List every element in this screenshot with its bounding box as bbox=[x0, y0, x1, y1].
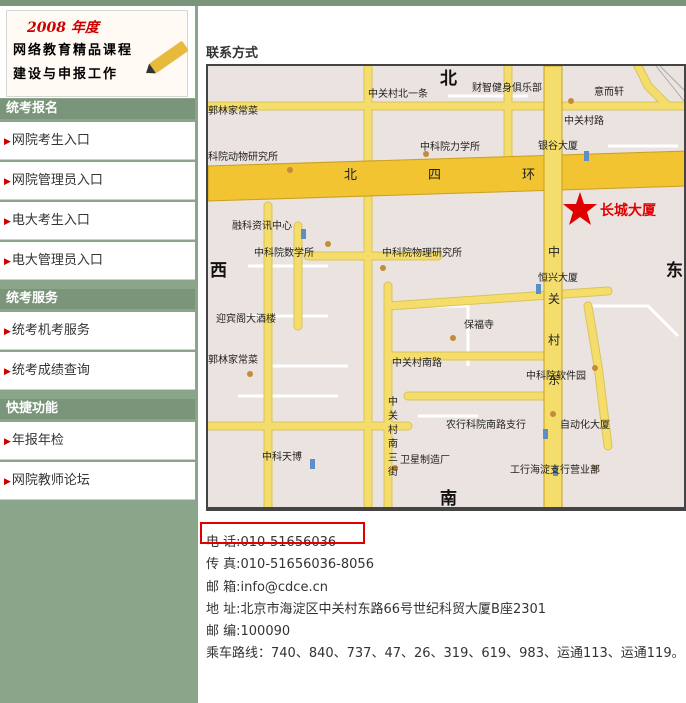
place-6: 融科资讯中心 bbox=[232, 219, 292, 232]
banner-line1: 网络教育精品课程 bbox=[13, 43, 134, 58]
sidebar-item-tvu-student[interactable]: ▶电大考生入口 bbox=[0, 202, 195, 240]
place-7: 中科院数学所 bbox=[254, 246, 314, 259]
section-header-exam-register: 统考报名 bbox=[0, 99, 195, 119]
place-5: 科院动物研究所 bbox=[208, 150, 278, 163]
place-16: 中科天博 bbox=[262, 450, 302, 463]
banner-year: 2008 年度 bbox=[27, 20, 99, 36]
sidebar-item-score-query[interactable]: ▶统考成绩查询 bbox=[0, 352, 195, 390]
sidebar-item-teacher-forum[interactable]: ▶网院教师论坛 bbox=[0, 462, 195, 500]
banner-2008[interactable]: 2008 年度 网络教育精品课程 建设与申报工作 bbox=[6, 10, 189, 97]
contact-email[interactable]: 邮 箱:info@cdce.cn bbox=[206, 577, 685, 599]
road-zgc-s3-1: 中 bbox=[388, 395, 398, 408]
arrow-icon: ▶ bbox=[4, 217, 11, 227]
map-south: 南 bbox=[440, 488, 457, 509]
place-2: 郭林家常菜 bbox=[208, 104, 258, 117]
contact-address: 地 址:北京市海淀区中关村东路66号世纪科贸大厦B座2301 bbox=[206, 601, 547, 617]
map-east: 东 bbox=[666, 260, 683, 281]
sidebar-item-online-admin[interactable]: ▶网院管理员入口 bbox=[0, 162, 195, 200]
road-zgc-north1: 中关村北一条 bbox=[368, 87, 428, 100]
road-ring-2: 四 bbox=[428, 168, 441, 183]
place-3: 中科院力学所 bbox=[420, 140, 480, 153]
road-zgc-s3-6: 街 bbox=[388, 465, 398, 478]
road-zgc-s3-3: 村 bbox=[388, 423, 398, 436]
sidebar-item-annual-report[interactable]: ▶年报年检 bbox=[0, 422, 195, 460]
contact-fax: 传 真:010-51656036-8056 bbox=[206, 557, 374, 573]
map-north: 北 bbox=[440, 69, 457, 89]
road-zgc-east-1: 中 bbox=[548, 244, 560, 259]
arrow-icon: ▶ bbox=[4, 477, 11, 487]
place-11: 保福寺 bbox=[464, 318, 494, 331]
road-zgc-s3-5: 三 bbox=[388, 453, 398, 464]
banner-panel: 2008 年度 网络教育精品课程 建设与申报工作 bbox=[0, 6, 195, 98]
pencil-icon bbox=[149, 40, 189, 74]
road-zgc-s3-4: 南 bbox=[388, 437, 398, 450]
phone-highlight-box bbox=[200, 522, 365, 545]
road-ring-3: 环 bbox=[522, 168, 535, 183]
arrow-icon: ▶ bbox=[4, 177, 11, 187]
banner-line2: 建设与申报工作 bbox=[13, 67, 119, 82]
place-18: 工行海淀支行营业部 bbox=[510, 463, 600, 476]
section-header-exam-service: 统考服务 bbox=[0, 289, 195, 309]
place-13: 中科院软件园 bbox=[526, 369, 586, 382]
place-4: 银谷大厦 bbox=[538, 139, 578, 152]
place-12: 郭林家常菜 bbox=[208, 353, 258, 366]
contact-info: 电 话:010-51656036 传 真:010-51656036-8056 邮… bbox=[200, 522, 685, 666]
main-content: 联系方式 北 南 西 东 北 四 环 中 关 村 东 中关村南路 中关村北一条 … bbox=[200, 6, 686, 703]
place-17: 卫星制造厂 bbox=[400, 453, 450, 466]
contact-bus: 乘车路线：740、840、737、47、26、319、619、983、运通113… bbox=[206, 646, 685, 662]
arrow-icon: ▶ bbox=[4, 367, 11, 377]
location-map: 北 南 西 东 北 四 环 中 关 村 东 中关村南路 中关村北一条 中关村路 … bbox=[206, 64, 686, 509]
map-bottom-border bbox=[206, 509, 686, 511]
road-ring-1: 北 bbox=[344, 168, 357, 183]
arrow-icon: ▶ bbox=[4, 137, 11, 147]
place-10: 迎宾阁大酒楼 bbox=[216, 312, 276, 325]
section-header-shortcuts: 快捷功能 bbox=[0, 399, 195, 419]
arrow-icon: ▶ bbox=[4, 257, 11, 267]
target-building-label: 长城大厦 bbox=[600, 202, 657, 219]
sidebar-item-tvu-admin[interactable]: ▶电大管理员入口 bbox=[0, 242, 195, 280]
map-svg: 北 南 西 东 北 四 环 中 关 村 东 中关村南路 中关村北一条 中关村路 … bbox=[208, 66, 684, 509]
sidebar-item-computer-exam[interactable]: ▶统考机考服务 bbox=[0, 312, 195, 350]
road-zgc-south: 中关村南路 bbox=[392, 356, 442, 369]
place-14: 农行科院南路支行 bbox=[446, 418, 526, 431]
arrow-icon: ▶ bbox=[4, 437, 11, 447]
place-9: 恒兴大厦 bbox=[538, 271, 578, 284]
sidebar: 2008 年度 网络教育精品课程 建设与申报工作 统考报名 ▶网院考生入口 ▶网… bbox=[0, 6, 198, 703]
contact-postcode: 邮 编:100090 bbox=[206, 624, 291, 640]
place-15: 自动化大厦 bbox=[560, 418, 610, 431]
place-0: 财智健身俱乐部 bbox=[472, 81, 542, 94]
place-1: 意而轩 bbox=[594, 85, 624, 98]
road-zgc-s3-2: 关 bbox=[388, 409, 398, 422]
page-title: 联系方式 bbox=[206, 46, 259, 61]
road-zgc-east-3: 村 bbox=[548, 333, 560, 347]
road-zgc-east-2: 关 bbox=[548, 292, 560, 306]
sidebar-item-online-student[interactable]: ▶网院考生入口 bbox=[0, 122, 195, 160]
place-8: 中科院物理研究所 bbox=[382, 246, 462, 259]
map-west: 西 bbox=[210, 261, 227, 281]
arrow-icon: ▶ bbox=[4, 327, 11, 337]
road-zgc: 中关村路 bbox=[564, 114, 604, 127]
